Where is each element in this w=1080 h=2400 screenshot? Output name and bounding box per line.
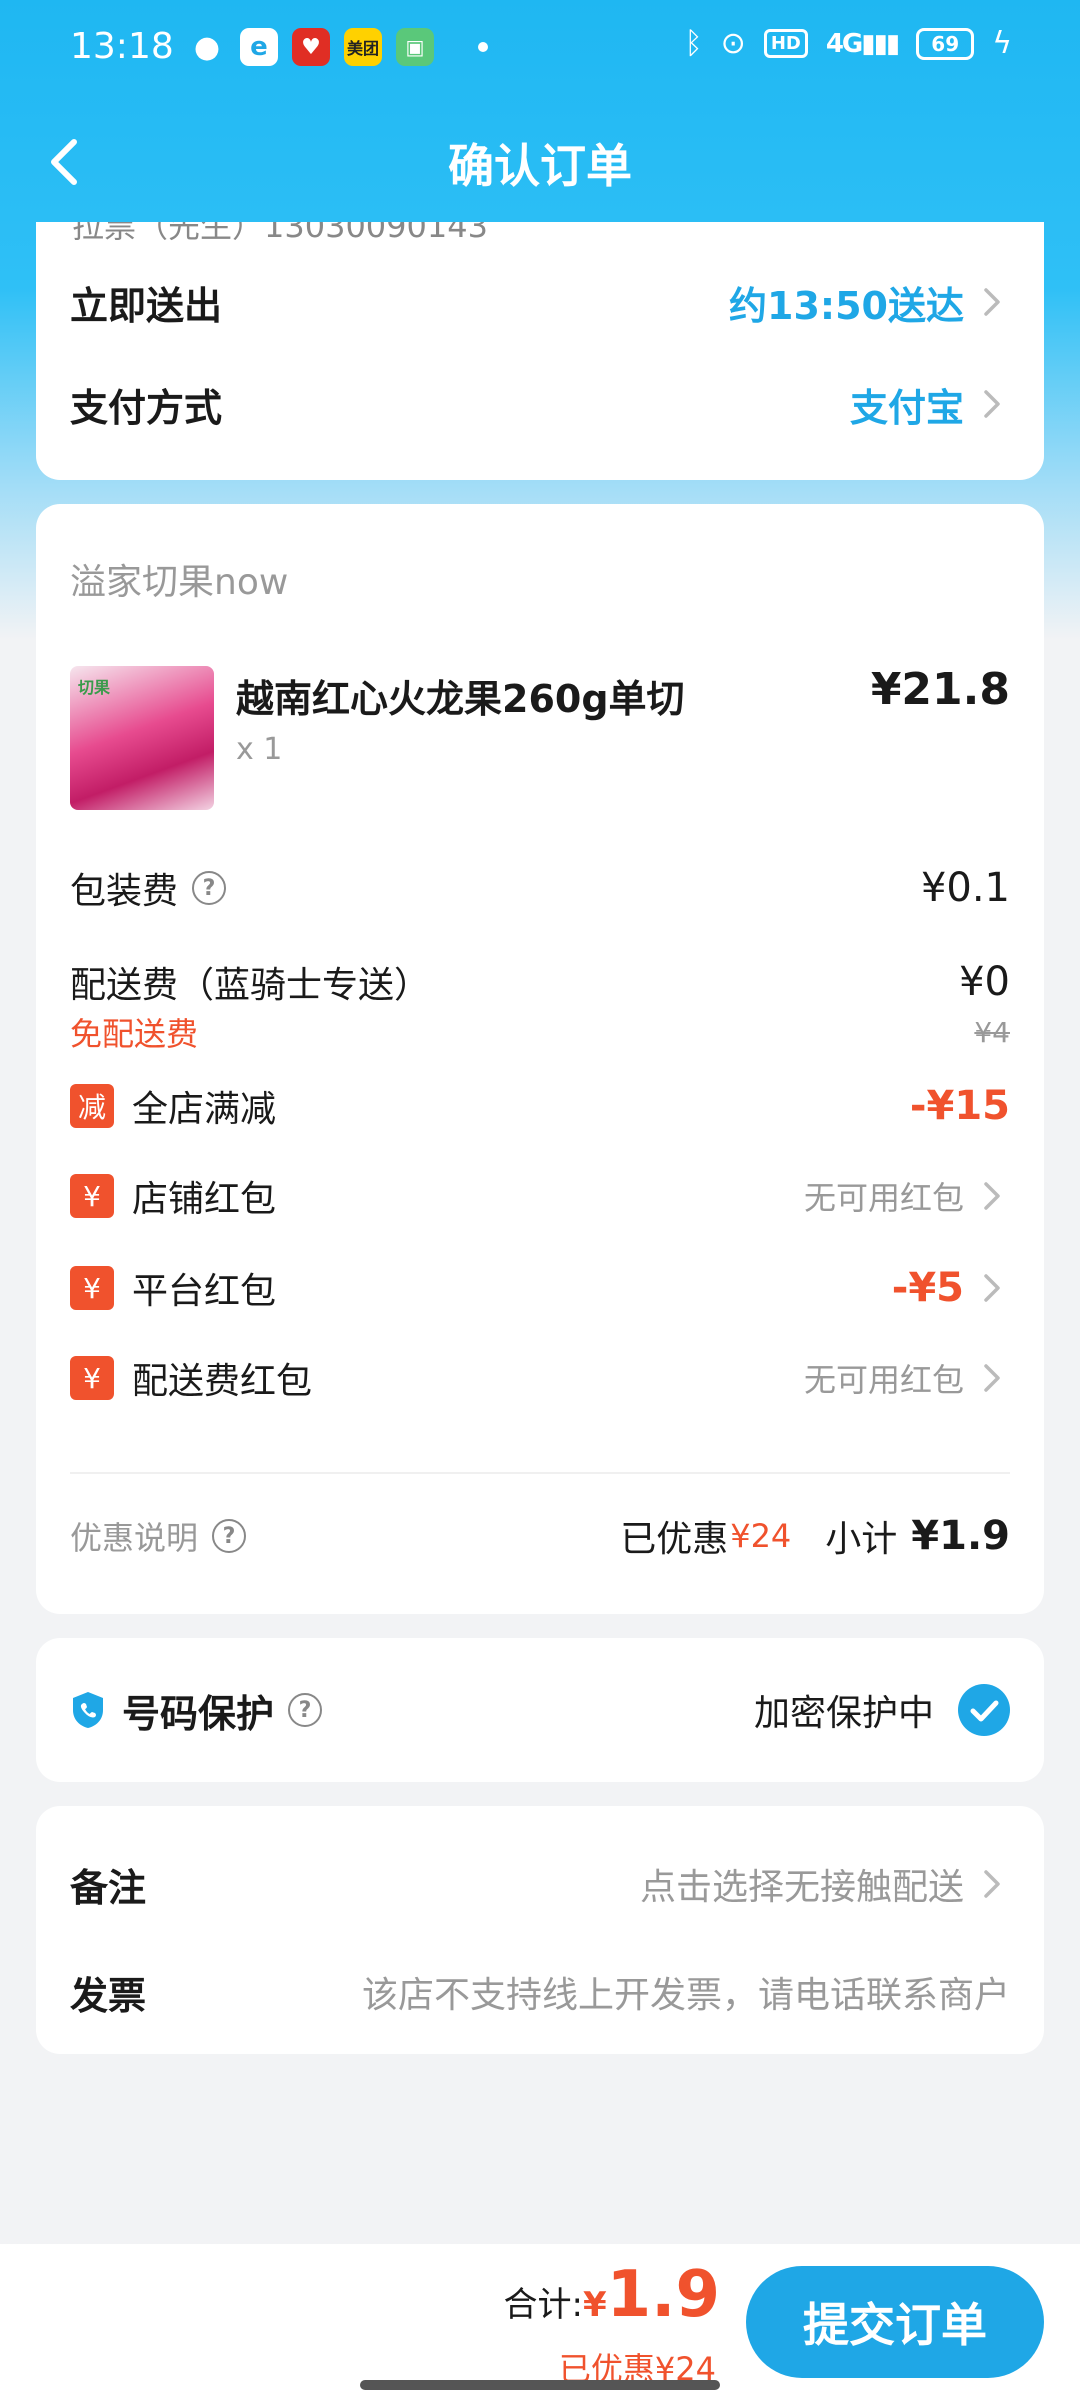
delivery-time-label: 立即送出 (70, 283, 223, 328)
discount-tag-icon: 减 (70, 1084, 114, 1128)
shield-phone-icon (70, 1690, 106, 1730)
chevron-right-icon (974, 386, 1010, 422)
submit-order-button[interactable]: 提交订单 (746, 2266, 1044, 2378)
total-currency: ¥ (582, 2285, 607, 2325)
eleme-icon: e (240, 28, 278, 66)
remarks-row[interactable]: 备注 点击选择无接触配送 (70, 1854, 1010, 1914)
discount-value: 无可用红包 (803, 1361, 964, 1399)
discount-row-platform-redpacket[interactable]: ¥ 平台红包 -¥5 (70, 1258, 1010, 1318)
packaging-fee-label: 包装费 (70, 871, 179, 912)
payment-method-label: 支付方式 (70, 385, 223, 430)
remarks-label: 备注 (70, 1865, 147, 1910)
redpacket-icon: ¥ (70, 1356, 114, 1400)
privacy-label: 号码保护 (122, 1691, 275, 1736)
meituan-icon: 美团 (344, 28, 382, 66)
checkout-bar: 合计: ¥ 1.9 已优惠¥24 提交订单 (0, 2244, 1080, 2400)
chevron-right-icon (974, 1866, 1010, 1902)
shop-name: 溢家切果now (70, 562, 289, 603)
bluetooth-icon: ᛒ (684, 26, 703, 61)
status-time: 13:18 (70, 26, 174, 67)
payment-method-value: 支付宝 (849, 385, 964, 430)
item-name: 越南红心火龙果260g单切 (236, 677, 685, 721)
item-thumbnail-label: 切果 (78, 678, 111, 697)
signal-icon: 4G▮▮▮ (825, 28, 900, 59)
gallery-icon: ▣ (396, 28, 434, 66)
redpacket-icon: ¥ (70, 1266, 114, 1310)
redpacket-icon: ¥ (70, 1174, 114, 1218)
privacy-card: 号码保护 ? 加密保护中 (36, 1638, 1044, 1782)
extras-card: 备注 点击选择无接触配送 发票 该店不支持线上开发票，请电话联系商户 (36, 1806, 1044, 2054)
discount-label: 配送费红包 (132, 1361, 313, 1402)
checkmark-circle-icon[interactable] (958, 1684, 1010, 1736)
discount-label: 平台红包 (132, 1271, 277, 1312)
location-icon: ⊙ (720, 26, 746, 61)
item-price: ¥21.8 (870, 664, 1010, 715)
discount-row-full-reduction: 减 全店满减 -¥15 (70, 1076, 1010, 1136)
chevron-right-icon (974, 1178, 1010, 1214)
help-icon[interactable]: ? (288, 1693, 323, 1727)
status-app-icons: ● e ♥ 美团 ▣ (188, 28, 488, 66)
chevron-right-icon (974, 284, 1010, 320)
shop-name-row: 溢家切果now (70, 554, 1010, 604)
home-indicator[interactable] (360, 2380, 720, 2390)
discount-row-shop-redpacket[interactable]: ¥ 店铺红包 无可用红包 (70, 1166, 1010, 1226)
total-label: 合计: (503, 2285, 583, 2325)
charging-icon: ϟ (992, 26, 1012, 61)
privacy-row[interactable]: 号码保护 ? 加密保护中 (70, 1678, 1010, 1742)
discount-value: -¥5 (891, 1265, 964, 1311)
invoice-value: 该店不支持线上开发票，请电话联系商户 (361, 1975, 1010, 2016)
status-bar: 13:18 ● e ♥ 美团 ▣ ᛒ ⊙ HD 4G▮▮▮ 69 ϟ (0, 0, 1080, 96)
delivery-card: 拉票（先生）13030090143 立即送出 约13:50送达 支付方式 支付宝 (36, 222, 1044, 480)
discount-note-label[interactable]: 优惠说明 (70, 1513, 198, 1559)
subtotal-value: ¥1.9 (911, 1513, 1010, 1559)
total-value: 1.9 (606, 2258, 720, 2332)
privacy-status: 加密保护中 (753, 1693, 934, 1734)
pinduoduo-icon: ♥ (292, 28, 330, 66)
page-title: 确认订单 (448, 139, 632, 193)
delivery-time-value: 约13:50送达 (729, 283, 964, 328)
total-block: 合计: ¥ 1.9 (503, 2258, 720, 2332)
discount-value: -¥15 (909, 1083, 1010, 1129)
discount-label: 全店满减 (132, 1089, 277, 1130)
wechat-icon: ● (193, 29, 221, 65)
help-icon[interactable]: ? (212, 1519, 247, 1553)
payment-method-row[interactable]: 支付方式 支付宝 (70, 374, 1010, 434)
packaging-fee-value: ¥0.1 (920, 865, 1010, 911)
delivery-fee-value: ¥0 (959, 959, 1010, 1005)
delivery-time-row[interactable]: 立即送出 约13:50送达 (70, 272, 1010, 332)
notification-dot-icon (478, 42, 488, 52)
free-delivery-row: 免配送费 ¥4 (70, 1010, 1010, 1054)
delivery-fee-label: 配送费（蓝骑士专送） (70, 965, 431, 1006)
chevron-right-icon (974, 1360, 1010, 1396)
address-peek: 拉票（先生）13030090143 (72, 222, 488, 245)
summary-row: 优惠说明 ? 已优惠 ¥24 小计 ¥1.9 (70, 1508, 1010, 1564)
item-qty: x 1 (236, 732, 283, 767)
nav-bar: 确认订单 (0, 112, 1080, 212)
discount-value: 无可用红包 (803, 1179, 964, 1217)
item-thumbnail[interactable]: 切果 (70, 666, 214, 810)
saved-value: ¥24 (730, 1517, 792, 1555)
chevron-right-icon (974, 1270, 1010, 1306)
discount-label: 店铺红包 (132, 1179, 277, 1220)
order-card: 溢家切果now 切果 越南红心火龙果260g单切 x 1 ¥21.8 包装费 ?… (36, 504, 1044, 1614)
invoice-row: 发票 该店不支持线上开发票，请电话联系商户 (70, 1962, 1010, 2022)
divider (70, 1472, 1010, 1474)
remarks-value: 点击选择无接触配送 (639, 1867, 964, 1908)
status-right-icons: ᛒ ⊙ HD 4G▮▮▮ 69 ϟ (685, 26, 1012, 61)
battery-icon: 69 (916, 27, 975, 60)
invoice-label: 发票 (70, 1973, 147, 2018)
free-delivery-label: 免配送费 (70, 1015, 199, 1053)
subtotal-label: 小计 (825, 1519, 898, 1560)
hd-icon: HD (763, 29, 808, 58)
delivery-fee-row: 配送费（蓝骑士专送） ¥0 (70, 954, 1010, 1010)
packaging-fee-row: 包装费 ? ¥0.1 (70, 860, 1010, 916)
saved-label: 已优惠 (620, 1519, 729, 1560)
delivery-fee-original: ¥4 (974, 1015, 1010, 1049)
discount-row-delivery-redpacket[interactable]: ¥ 配送费红包 无可用红包 (70, 1348, 1010, 1408)
help-icon[interactable]: ? (192, 871, 227, 905)
